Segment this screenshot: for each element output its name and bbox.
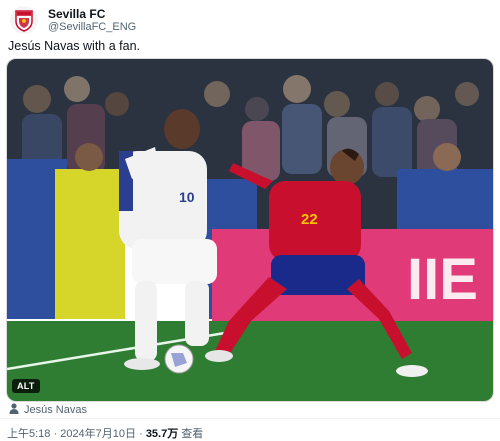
- tagged-person-name[interactable]: Jesús Navas: [24, 404, 87, 416]
- tweet-meta: 上午5:18 · 2024年7月10日 · 35.7万 查看: [7, 425, 203, 441]
- tweet-photo[interactable]: IIE 10 22: [6, 58, 494, 402]
- alt-text-badge[interactable]: ALT: [12, 379, 40, 393]
- tweet-date[interactable]: 2024年7月10日: [60, 428, 136, 440]
- ad-board-text: IIE: [407, 247, 478, 312]
- views-label: 查看: [178, 428, 204, 440]
- account-name[interactable]: Sevilla FC: [48, 7, 105, 21]
- tweet-text: Jesús Navas with a fan.: [8, 39, 141, 53]
- meta-separator: ·: [50, 428, 61, 440]
- meta-separator: ·: [136, 428, 146, 440]
- tagged-person[interactable]: Jesús Navas: [9, 403, 87, 417]
- sevilla-crest-icon[interactable]: [10, 6, 38, 34]
- right-shirt-number: 22: [301, 211, 318, 228]
- view-count: 35.7万: [145, 428, 179, 440]
- divider: [0, 418, 500, 419]
- left-shirt-number: 10: [179, 189, 195, 205]
- tweet-time[interactable]: 上午5:18: [7, 428, 50, 440]
- account-handle[interactable]: @SevillaFC_ENG: [48, 21, 136, 33]
- person-icon: [9, 403, 19, 417]
- tweet-header: Sevilla FC @SevillaFC_ENG: [10, 4, 490, 38]
